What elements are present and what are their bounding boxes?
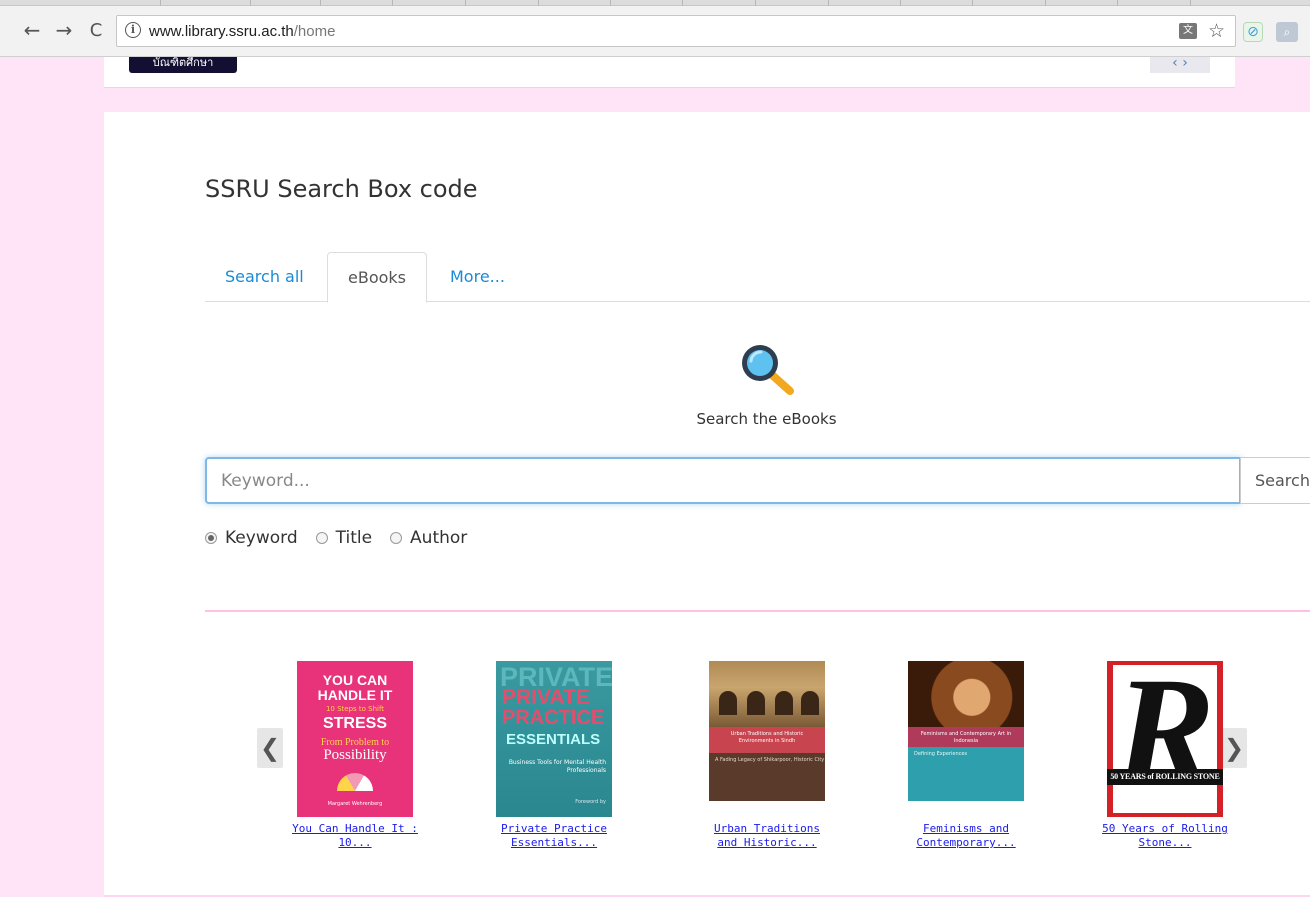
cover-subtitle-text: A Fading Legacy of Shikarpoor, Historic … (715, 757, 825, 763)
url-host: www.library.ssru.ac.th (149, 23, 294, 40)
site-info-icon[interactable]: i (125, 22, 141, 38)
magnifier-icon (742, 345, 794, 395)
book-cover[interactable]: YOU CAN HANDLE IT 10 Steps to Shift STRES… (297, 661, 413, 817)
translate-icon[interactable]: 文 (1179, 23, 1197, 39)
back-button[interactable]: ← (20, 18, 44, 42)
site-logo[interactable]: บัณฑิตศึกษา (129, 57, 237, 73)
radio-title-label: Title (335, 528, 373, 548)
radio-keyword-indicator[interactable] (205, 532, 217, 544)
cover-title-text: PRACTICE (502, 707, 605, 729)
address-bar[interactable]: i www.library.ssru.ac.th/home 文 ☆ (116, 15, 1236, 47)
tab-more[interactable]: More... (430, 252, 525, 303)
book-cover[interactable]: PRIVATE PRIVATE PRACTICE ESSENTIALS Busi… (496, 661, 612, 817)
tab-search-all[interactable]: Search all (205, 252, 324, 303)
book-title-link[interactable]: Urban Traditions and Historic... (687, 822, 847, 850)
book-item: R 50 YEARS of ROLLING STONE 50 Years of … (1085, 661, 1245, 850)
radio-author-indicator[interactable] (390, 532, 403, 544)
cover-title-text: STRESS (322, 715, 387, 732)
radio-keyword-label: Keyword (225, 528, 298, 548)
book-title-link[interactable]: Private Practice Essentials... (474, 822, 634, 850)
cover-arch-graphic (775, 691, 793, 715)
book-item: YOU CAN HANDLE IT 10 Steps to Shift STRES… (275, 661, 435, 850)
book-cover[interactable]: Urban Traditions and Historic Environmen… (709, 661, 825, 817)
cover-photo (908, 661, 1024, 727)
radio-title-indicator[interactable] (315, 532, 328, 544)
search-caption: Search the eBooks (696, 410, 837, 428)
bookmark-star-icon[interactable]: ☆ (1208, 20, 1225, 42)
book-item: PRIVATE PRIVATE PRACTICE ESSENTIALS Busi… (474, 661, 634, 850)
search-box-card: SSRU Search Box code Search all eBooks M… (104, 112, 1310, 897)
cover-title-text: ESSENTIALS (506, 731, 601, 748)
header-carousel-arrows[interactable]: ‹ › (1150, 57, 1210, 73)
radio-keyword[interactable]: Keyword (205, 528, 298, 548)
cover-title-text: Urban Traditions and Historic Environmen… (709, 727, 825, 753)
cover-subtitle-text: Defining Experiences (914, 751, 968, 757)
forward-button[interactable]: → (52, 18, 76, 42)
tab-ebooks[interactable]: eBooks (327, 252, 427, 303)
extension-search-icon[interactable]: ⌕ (1276, 22, 1298, 42)
book-item: Urban Traditions and Historic Environmen… (687, 661, 847, 850)
search-button[interactable]: Search (1240, 457, 1310, 504)
book-title-link[interactable]: 50 Years of Rolling Stone... (1085, 822, 1245, 850)
radio-title[interactable]: Title (315, 528, 373, 548)
cover-title-text: Possibility (323, 747, 387, 763)
book-title-link[interactable]: Feminisms and Contemporary... (886, 822, 1046, 850)
cover-subtitle-text: Business Tools for Mental Health Profess… (508, 759, 606, 774)
search-type-radios: Keyword Title Author (205, 528, 485, 548)
cover-arch-graphic (801, 691, 819, 715)
cover-footer (709, 801, 825, 817)
cover-gauge-graphic (337, 773, 373, 791)
url-path: /home (293, 23, 336, 40)
browser-toolbar: ← → C i www.library.ssru.ac.th/home 文 ☆ … (0, 6, 1310, 57)
reload-button[interactable]: C (84, 18, 108, 42)
cover-subtitle-text: 10 Steps to Shift (325, 705, 385, 713)
book-item: Feminisms and Contemporary Art in Indone… (886, 661, 1046, 850)
book-cover[interactable]: R 50 YEARS of ROLLING STONE (1107, 661, 1223, 817)
cover-footer (908, 801, 1024, 817)
book-cover[interactable]: Feminisms and Contemporary Art in Indone… (908, 661, 1024, 817)
page-title: SSRU Search Box code (205, 175, 478, 203)
section-divider (205, 610, 1310, 612)
radio-author-label: Author (410, 528, 468, 548)
header-card: บัณฑิตศึกษา ‹ › (104, 57, 1235, 88)
book-title-link[interactable]: You Can Handle It :10... (275, 822, 435, 850)
radio-author[interactable]: Author (390, 528, 467, 548)
cover-photo (709, 661, 825, 727)
cover-title-text: 50 YEARS of ROLLING STONE (1107, 769, 1223, 785)
cover-author-text: Foreword by (575, 799, 606, 805)
keyword-search-input[interactable] (205, 457, 1241, 504)
url-text: www.library.ssru.ac.th/home (149, 23, 335, 40)
cover-author-text: Margaret Wehrenberg (327, 801, 383, 807)
cover-arch-graphic (719, 691, 737, 715)
search-tabs: Search all eBooks More... (205, 252, 1310, 303)
cover-arch-graphic (747, 691, 765, 715)
cover-title-text: YOU CAN HANDLE IT (317, 672, 393, 703)
extension-icon[interactable]: ⊘ (1243, 22, 1263, 42)
cover-title-text: PRIVATE (502, 686, 590, 709)
cover-title-text: Feminisms and Contemporary Art in Indone… (908, 727, 1024, 747)
